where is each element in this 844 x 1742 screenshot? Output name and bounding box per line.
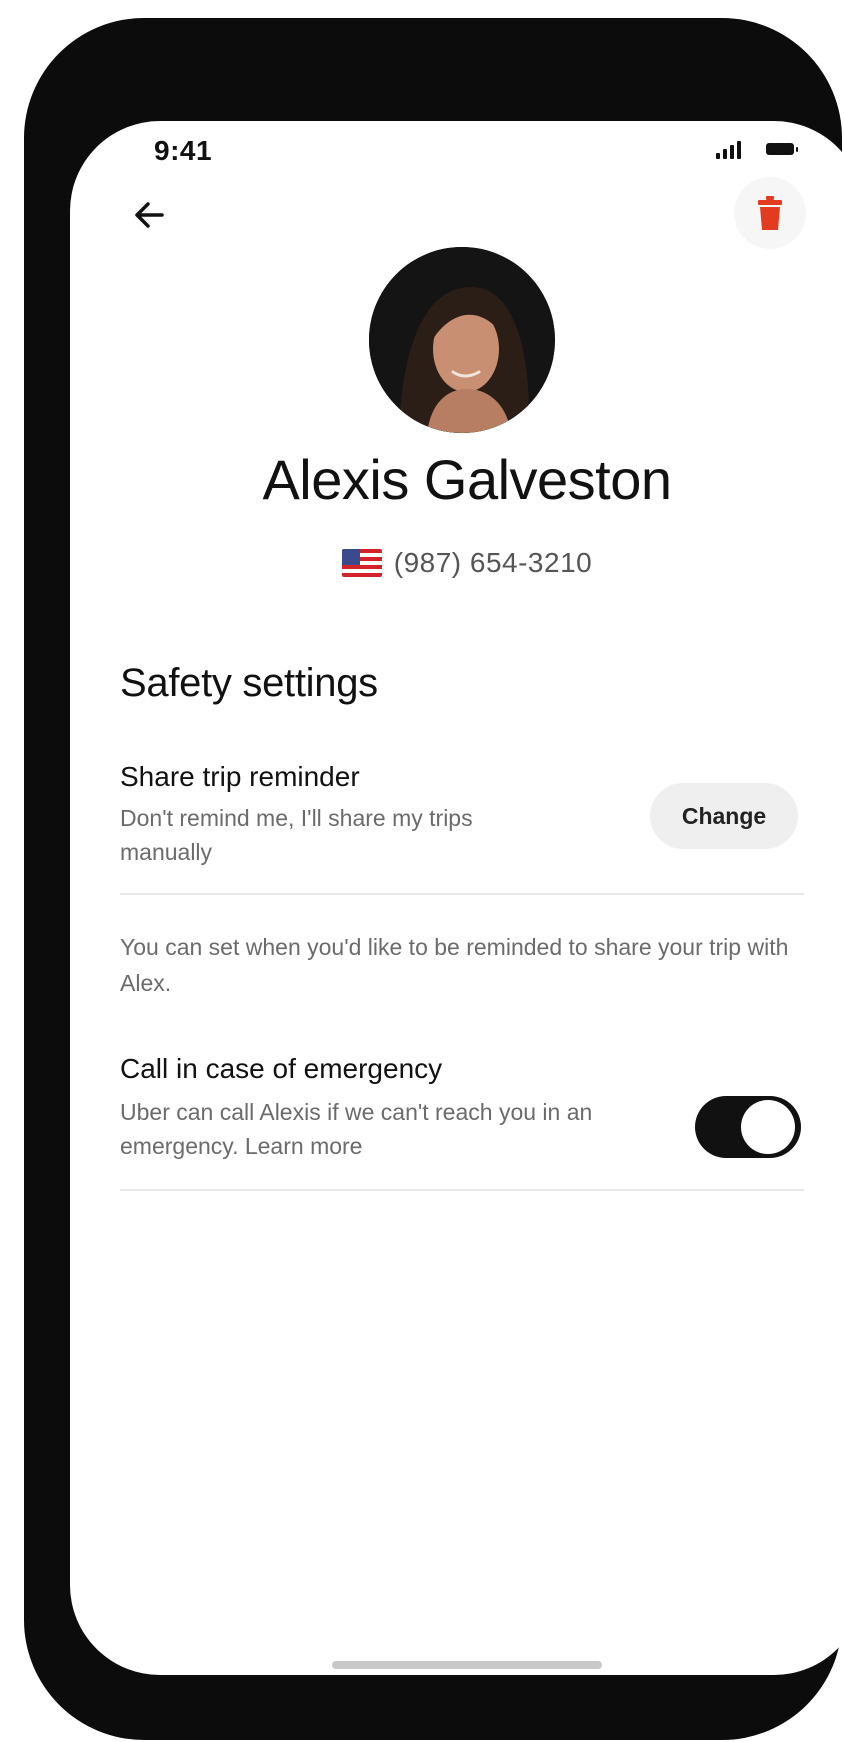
phone-frame: 9:41 Alexis Galveston (987) 654-3210 Saf… — [24, 18, 844, 1740]
divider — [120, 893, 804, 895]
contact-name: Alexis Galveston — [262, 448, 672, 511]
safety-settings-title: Safety settings — [120, 661, 378, 705]
contact-photo — [369, 247, 555, 433]
share-trip-reminder-description: Don't remind me, I'll share my trips man… — [120, 805, 473, 865]
change-reminder-button[interactable]: Change — [650, 783, 798, 849]
trash-icon — [758, 196, 782, 230]
cellular-signal-icon — [716, 141, 741, 159]
toggle-knob — [741, 1100, 795, 1154]
arrow-left-icon — [135, 202, 164, 228]
emergency-call-toggle[interactable] — [695, 1096, 801, 1158]
divider — [120, 1189, 804, 1191]
contact-phone-number: (987) 654-3210 — [393, 547, 593, 578]
app-screen: 9:41 Alexis Galveston (987) 654-3210 Saf… — [70, 121, 844, 1675]
battery-icon — [766, 143, 798, 155]
us-flag-icon — [341, 549, 382, 577]
contact-phone-row: (987) 654-3210 — [70, 547, 844, 579]
avatar — [369, 247, 555, 433]
back-button[interactable] — [126, 191, 174, 239]
share-trip-reminder-title: Share trip reminder — [120, 761, 360, 792]
status-time: 9:41 — [154, 135, 213, 166]
emergency-call-title: Call in case of emergency — [120, 1053, 443, 1084]
reminder-note: You can set when you'd like to be remind… — [120, 934, 789, 996]
emergency-call-description: Uber can call Alexis if we can't reach y… — [120, 1099, 593, 1159]
delete-contact-button[interactable] — [734, 177, 806, 249]
home-indicator[interactable] — [332, 1661, 602, 1669]
